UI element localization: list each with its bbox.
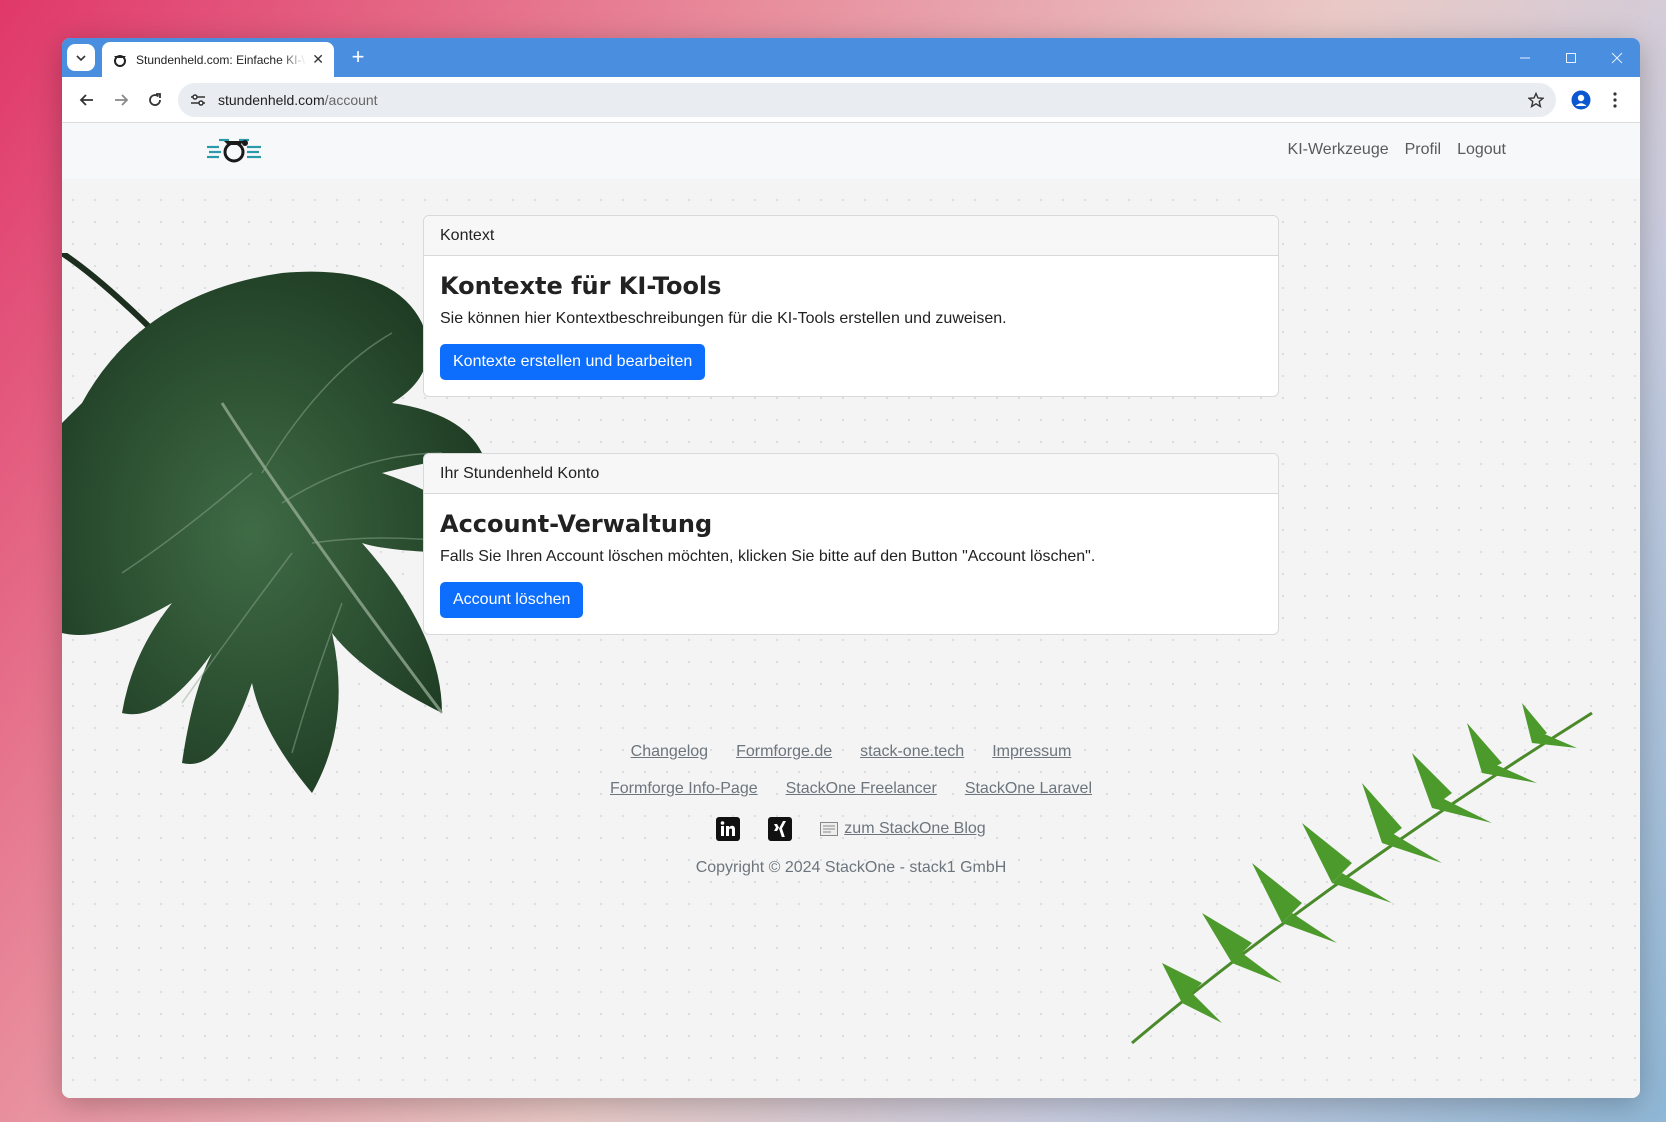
reload-button[interactable]	[138, 83, 172, 117]
nav-link-logout[interactable]: Logout	[1457, 141, 1506, 159]
footer-link-changelog[interactable]: Changelog	[631, 743, 708, 761]
forward-button[interactable]	[104, 83, 138, 117]
back-button[interactable]	[70, 83, 104, 117]
footer-link-impressum[interactable]: Impressum	[992, 743, 1071, 761]
page-content: KI-Werkzeuge Profil Logout Kontext Konte…	[62, 123, 1640, 1098]
window-controls	[1502, 38, 1640, 77]
stundenheld-logo-icon[interactable]	[207, 135, 261, 165]
card-body: Kontexte für KI-Tools Sie können hier Ko…	[424, 256, 1278, 396]
site-footer: Changelog Formforge.de stack-one.tech Im…	[62, 743, 1640, 877]
tab-search-button[interactable]	[67, 44, 95, 71]
browser-window: Stundenheld.com: Einfache KI-Werkzeuge ✕…	[62, 38, 1640, 1098]
nav-link-ki-werkzeuge[interactable]: KI-Werkzeuge	[1288, 141, 1389, 159]
site-settings-icon[interactable]	[190, 93, 208, 107]
copyright-text: Copyright © 2024 StackOne - stack1 GmbH	[695, 859, 1007, 876]
edit-contexts-button[interactable]: Kontexte erstellen und bearbeiten	[440, 344, 706, 380]
close-icon	[1611, 52, 1623, 63]
tab-strip: Stundenheld.com: Einfache KI-Werkzeuge ✕…	[62, 38, 1640, 77]
nav-link-profil[interactable]: Profil	[1405, 141, 1441, 159]
active-tab[interactable]: Stundenheld.com: Einfache KI-Werkzeuge ✕	[102, 42, 334, 77]
browser-toolbar: stundenheld.com/account	[62, 77, 1640, 123]
maximize-icon	[1566, 52, 1576, 63]
card-text: Falls Sie Ihren Account löschen möchten,…	[440, 548, 1096, 565]
url-host: stundenheld.com	[218, 91, 325, 108]
tab-title: Stundenheld.com: Einfache KI-Werkzeuge	[136, 52, 306, 67]
footer-links-row: Formforge Info-Page StackOne Freelancer …	[62, 780, 1640, 798]
maximize-button[interactable]	[1548, 38, 1594, 77]
card-text: Sie können hier Kontextbeschreibungen fü…	[440, 310, 1007, 327]
close-tab-icon[interactable]: ✕	[312, 51, 324, 68]
address-bar[interactable]: stundenheld.com/account	[178, 82, 1556, 117]
minimize-button[interactable]	[1502, 38, 1548, 77]
reload-icon	[149, 92, 161, 106]
footer-link-laravel[interactable]: StackOne Laravel	[965, 780, 1092, 798]
bookmark-star-icon[interactable]	[1528, 91, 1544, 108]
close-window-button[interactable]	[1594, 38, 1640, 77]
footer-link-freelancer[interactable]: StackOne Freelancer	[786, 780, 937, 798]
arrow-right-icon	[115, 93, 129, 106]
blog-link[interactable]: zum StackOne Blog	[820, 820, 986, 838]
context-card: Kontext Kontexte für KI-Tools Sie können…	[423, 215, 1279, 397]
delete-account-button[interactable]: Account löschen	[440, 582, 584, 618]
new-tab-button[interactable]: +	[344, 44, 372, 72]
footer-link-formforge[interactable]: Formforge.de	[736, 743, 832, 761]
more-vertical-icon	[1613, 91, 1617, 108]
blog-link-label: zum StackOne Blog	[844, 820, 986, 837]
nav-links: KI-Werkzeuge Profil Logout	[1288, 141, 1506, 159]
footer-links-row: Changelog Formforge.de stack-one.tech Im…	[62, 743, 1640, 761]
newspaper-icon	[820, 822, 839, 836]
minimize-icon	[1520, 57, 1530, 58]
card-title: Kontexte für KI-Tools	[440, 272, 722, 300]
footer-link-stack-one[interactable]: stack-one.tech	[860, 743, 964, 761]
card-header: Kontext	[424, 216, 1278, 256]
browser-menu-button[interactable]	[1598, 83, 1632, 117]
card-header: Ihr Stundenheld Konto	[424, 454, 1278, 494]
chevron-down-icon	[76, 54, 86, 61]
card-body: Account-Verwaltung Falls Sie Ihren Accou…	[424, 494, 1278, 634]
account-card: Ihr Stundenheld Konto Account-Verwaltung…	[423, 453, 1279, 635]
stundenheld-favicon-icon	[112, 52, 128, 68]
social-row: zum StackOne Blog	[62, 817, 1640, 841]
arrow-left-icon	[79, 93, 93, 106]
linkedin-icon[interactable]	[716, 817, 741, 841]
account-avatar-icon	[1571, 90, 1591, 109]
url-path: /account	[324, 91, 378, 108]
site-navbar: KI-Werkzeuge Profil Logout	[62, 123, 1640, 179]
profile-button[interactable]	[1564, 83, 1598, 117]
xing-icon[interactable]	[768, 817, 793, 841]
footer-link-formforge-info[interactable]: Formforge Info-Page	[610, 780, 758, 798]
card-title: Account-Verwaltung	[440, 510, 713, 538]
